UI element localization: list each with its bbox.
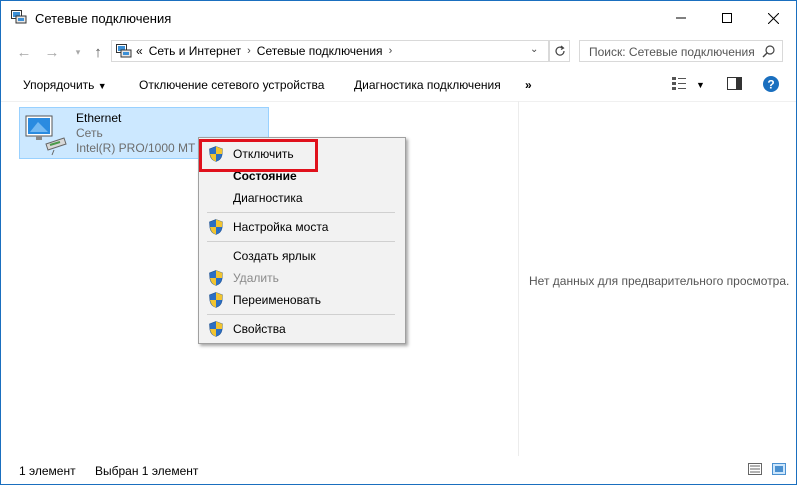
diagnose-connection-button[interactable]: Диагностика подключения xyxy=(354,78,501,92)
connection-network: Сеть xyxy=(76,126,103,140)
preview-pane-icon[interactable] xyxy=(727,77,742,90)
status-bar: 1 элемент Выбран 1 элемент xyxy=(1,456,796,484)
recent-dropdown-button[interactable]: ▾ xyxy=(69,47,87,58)
change-view-icon[interactable] xyxy=(672,77,686,91)
close-button[interactable] xyxy=(750,1,796,35)
close-icon xyxy=(767,12,779,24)
refresh-icon xyxy=(554,45,565,56)
maximize-button[interactable] xyxy=(704,1,750,35)
menu-item-bridge[interactable]: Настройка моста xyxy=(199,216,405,238)
menu-item-label: Удалить xyxy=(233,271,279,285)
breadcrumb-chevron-icon[interactable]: › xyxy=(247,45,251,57)
preview-empty-text: Нет данных для предварительного просмотр… xyxy=(529,274,790,288)
breadcrumb-chevron-icon[interactable]: › xyxy=(389,45,393,57)
search-icon xyxy=(762,45,775,58)
up-button[interactable]: ↑ xyxy=(89,44,107,61)
annotation-highlight-box xyxy=(199,139,318,172)
uac-shield-icon xyxy=(209,219,223,235)
uac-shield-icon xyxy=(209,270,223,286)
menu-item-rename[interactable]: Переименовать xyxy=(199,289,405,311)
menu-item-label: Создать ярлык xyxy=(233,249,316,263)
disable-device-button[interactable]: Отключение сетевого устройства xyxy=(139,78,324,92)
connection-name: Ethernet xyxy=(76,111,122,125)
menu-item-diagnostics[interactable]: Диагностика xyxy=(199,187,405,209)
back-button[interactable]: ← xyxy=(15,44,33,61)
address-field[interactable]: « Сеть и Интернет › Сетевые подключения … xyxy=(111,40,549,62)
search-input[interactable]: Поиск: Сетевые подключения xyxy=(579,40,783,62)
menu-item-label: Диагностика xyxy=(233,191,303,205)
maximize-icon xyxy=(722,13,732,23)
more-commands-button[interactable]: » xyxy=(525,78,532,92)
network-connections-app-icon xyxy=(11,10,27,24)
menu-item-properties[interactable]: Свойства xyxy=(199,318,405,340)
menu-separator xyxy=(207,212,395,213)
menu-item-label: Свойства xyxy=(233,322,286,336)
breadcrumb-item-network-internet[interactable]: Сеть и Интернет xyxy=(149,44,241,58)
address-dropdown-icon[interactable]: ⌄ xyxy=(530,44,538,55)
menu-item-delete: Удалить xyxy=(199,267,405,289)
command-bar: Упорядочить ▼ Отключение сетевого устрой… xyxy=(1,69,796,102)
uac-shield-icon xyxy=(209,321,223,337)
organize-button[interactable]: Упорядочить ▼ xyxy=(23,78,107,92)
organize-label: Упорядочить xyxy=(23,78,95,92)
network-adapter-icon xyxy=(25,115,67,156)
help-icon[interactable]: ? xyxy=(763,76,779,92)
menu-separator xyxy=(207,314,395,315)
svg-text:?: ? xyxy=(767,78,774,92)
menu-item-label: Переименовать xyxy=(233,293,321,307)
window-title: Сетевые подключения xyxy=(35,11,172,26)
view-options-dropdown-icon[interactable]: ▼ xyxy=(696,80,705,90)
uac-shield-icon xyxy=(209,292,223,308)
minimize-button[interactable] xyxy=(658,1,704,35)
forward-button[interactable]: → xyxy=(43,44,61,61)
search-placeholder: Поиск: Сетевые подключения xyxy=(589,45,755,59)
breadcrumb-item-network-connections[interactable]: Сетевые подключения xyxy=(257,44,383,58)
large-icons-view-icon[interactable] xyxy=(772,463,786,475)
title-bar: Сетевые подключения xyxy=(1,1,796,35)
menu-item-label: Настройка моста xyxy=(233,220,329,234)
menu-separator xyxy=(207,241,395,242)
menu-item-create-shortcut[interactable]: Создать ярлык xyxy=(199,245,405,267)
minimize-icon xyxy=(676,17,686,19)
chevron-down-icon: ▼ xyxy=(97,81,107,91)
item-count: 1 элемент xyxy=(19,464,76,478)
refresh-button[interactable] xyxy=(549,40,570,62)
preview-pane: Нет данных для предварительного просмотр… xyxy=(518,101,797,456)
breadcrumb: « Сеть и Интернет › Сетевые подключения … xyxy=(136,44,392,58)
breadcrumb-overflow[interactable]: « xyxy=(136,44,143,58)
control-panel-icon xyxy=(116,44,132,58)
details-view-icon[interactable] xyxy=(748,463,762,475)
selection-count: Выбран 1 элемент xyxy=(95,464,199,478)
